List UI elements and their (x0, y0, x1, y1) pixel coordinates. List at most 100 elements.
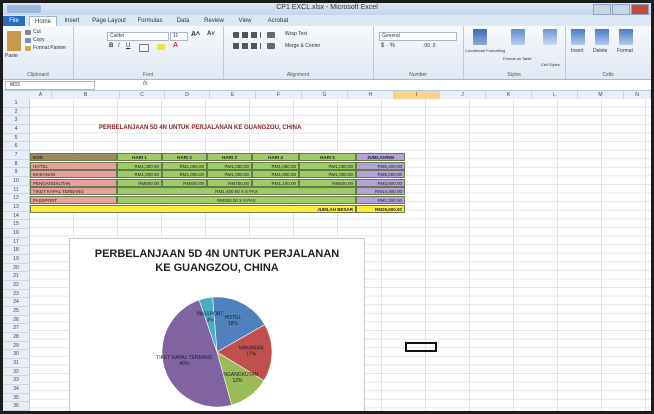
merge-center-button[interactable]: Merge & Center (285, 43, 320, 49)
delete-cells-icon[interactable] (595, 29, 609, 45)
tab-review[interactable]: Review (199, 16, 229, 26)
grow-font-icon[interactable]: A˄ (191, 31, 200, 38)
format-painter-icon[interactable] (25, 46, 31, 51)
italic-icon[interactable]: I (118, 43, 120, 49)
row-header-26[interactable]: 26 (3, 316, 29, 325)
daily-cost-cell[interactable]: RM1,080.00 (117, 161, 162, 170)
column-header-g[interactable]: G (302, 91, 348, 99)
tab-data[interactable]: Data (171, 16, 195, 26)
row-header-24[interactable]: 24 (3, 298, 29, 307)
tab-formulas[interactable]: Formulas (133, 16, 167, 26)
row-header-14[interactable]: 14 (3, 212, 29, 221)
daily-cost-cell[interactable]: RM1,000.00 (299, 170, 356, 179)
column-header-b[interactable]: B (52, 91, 120, 99)
cut-icon[interactable] (25, 30, 31, 35)
tab-view[interactable]: View (233, 16, 257, 26)
merged-cost-cell[interactable]: RM200.00 X 6 PAX (117, 196, 356, 204)
table-header-cell[interactable]: JUMLAH/RM (356, 153, 405, 161)
row-header-3[interactable]: 3 (3, 116, 29, 125)
tab-page-layout[interactable]: Page Layout (89, 16, 129, 26)
column-header-i[interactable]: I (394, 91, 440, 99)
tab-file[interactable]: File (3, 16, 25, 26)
grand-total-value[interactable]: RM29,600.00 (356, 204, 405, 213)
fx-icon[interactable]: fx (143, 81, 148, 87)
insert-cells-label[interactable]: Insert (571, 48, 584, 54)
table-header-cell[interactable]: HARI 2 (162, 153, 207, 161)
row-header-2[interactable]: 2 (3, 108, 29, 117)
row-header-22[interactable]: 22 (3, 281, 29, 290)
table-header-cell[interactable]: HARI 3 (207, 153, 252, 161)
underline-icon[interactable]: U (126, 43, 130, 49)
number-format-select[interactable]: General (379, 32, 457, 41)
format-cells-icon[interactable] (619, 29, 633, 45)
cell-styles-label[interactable]: Cell Styles (541, 62, 560, 67)
indent-icon[interactable] (267, 43, 275, 49)
orientation-icon[interactable] (267, 32, 275, 38)
row-header-1[interactable]: 1 (3, 99, 29, 108)
copy-icon[interactable] (25, 38, 31, 43)
daily-cost-cell[interactable]: RM1,080.00 (299, 161, 356, 170)
merged-cost-cell[interactable]: RM1,400.00 X 6 PAX (117, 187, 356, 196)
column-header-j[interactable]: J (440, 91, 486, 99)
row-header-16[interactable]: 16 (3, 229, 29, 238)
total-cost-cell[interactable]: RM5,000.00 (356, 170, 405, 179)
row-header-5[interactable]: 5 (3, 134, 29, 143)
cost-label-cell[interactable]: PENGANGKUTAN (30, 178, 117, 187)
row-header-4[interactable]: 4 (3, 125, 29, 134)
format-as-table-icon[interactable] (511, 29, 525, 45)
decimal-icons[interactable]: .00 .0 (423, 43, 436, 49)
cost-label-cell[interactable]: PASSPORT (30, 196, 117, 204)
daily-cost-cell[interactable]: RM1,080.00 (207, 161, 252, 170)
table-header-cell[interactable]: HARI 1 (117, 153, 162, 161)
column-header-c[interactable]: C (120, 91, 165, 99)
row-header-28[interactable]: 28 (3, 333, 29, 342)
column-header-k[interactable]: K (486, 91, 532, 99)
row-header-18[interactable]: 18 (3, 246, 29, 255)
paste-label[interactable]: Paste (5, 53, 18, 59)
cut-label[interactable]: Cut (33, 29, 41, 35)
column-header-f[interactable]: F (256, 91, 302, 99)
currency-icon[interactable]: $ · % (381, 43, 395, 49)
table-header-cell[interactable]: HARI 4 (252, 153, 299, 161)
column-header-h[interactable]: H (348, 91, 394, 99)
row-header-35[interactable]: 35 (3, 394, 29, 403)
daily-cost-cell[interactable]: RM1,100.00 (252, 178, 299, 187)
daily-cost-cell[interactable]: RM600.00 (299, 178, 356, 187)
total-cost-cell[interactable]: RM3,600.00 (356, 178, 405, 187)
row-header-6[interactable]: 6 (3, 142, 29, 151)
name-box[interactable]: M33 (5, 81, 95, 90)
row-header-10[interactable]: 10 (3, 177, 29, 186)
daily-cost-cell[interactable]: RM1,000.00 (252, 170, 299, 179)
daily-cost-cell[interactable]: RM1,000.00 (207, 170, 252, 179)
row-header-21[interactable]: 21 (3, 272, 29, 281)
daily-cost-cell[interactable]: RM1,080.00 (162, 161, 207, 170)
grand-total-label[interactable]: JUMLAH BESAR (30, 204, 356, 213)
column-header-a[interactable]: A (30, 91, 52, 99)
row-header-23[interactable]: 23 (3, 290, 29, 299)
table-header-cell[interactable]: KOS (30, 153, 117, 161)
row-header-36[interactable]: 36 (3, 402, 29, 411)
table-header-cell[interactable]: HARI 5 (299, 153, 356, 161)
close-button[interactable] (631, 4, 649, 15)
row-header-31[interactable]: 31 (3, 359, 29, 368)
shrink-font-icon[interactable]: A˅ (207, 31, 215, 37)
selected-cell[interactable] (405, 342, 437, 352)
row-header-34[interactable]: 34 (3, 385, 29, 394)
row-header-29[interactable]: 29 (3, 342, 29, 351)
horizontal-align-icons[interactable] (233, 43, 261, 49)
row-header-17[interactable]: 17 (3, 238, 29, 247)
row-header-32[interactable]: 32 (3, 368, 29, 377)
format-as-table-label[interactable]: Format as Table (503, 56, 532, 61)
column-header-m[interactable]: M (578, 91, 624, 99)
insert-cells-icon[interactable] (571, 29, 585, 45)
daily-cost-cell[interactable]: RM1,080.00 (252, 161, 299, 170)
vertical-align-icons[interactable] (233, 32, 261, 38)
row-header-25[interactable]: 25 (3, 307, 29, 316)
row-header-20[interactable]: 20 (3, 264, 29, 273)
daily-cost-cell[interactable]: RM600.00 (162, 178, 207, 187)
borders-icon[interactable] (139, 44, 149, 52)
maximize-button[interactable] (612, 4, 630, 15)
paste-icon[interactable] (7, 31, 21, 51)
pie-chart[interactable]: PERBELANJAAN 5D 4N UNTUK PERJALANAN KE GU… (69, 238, 365, 411)
row-header-33[interactable]: 33 (3, 376, 29, 385)
